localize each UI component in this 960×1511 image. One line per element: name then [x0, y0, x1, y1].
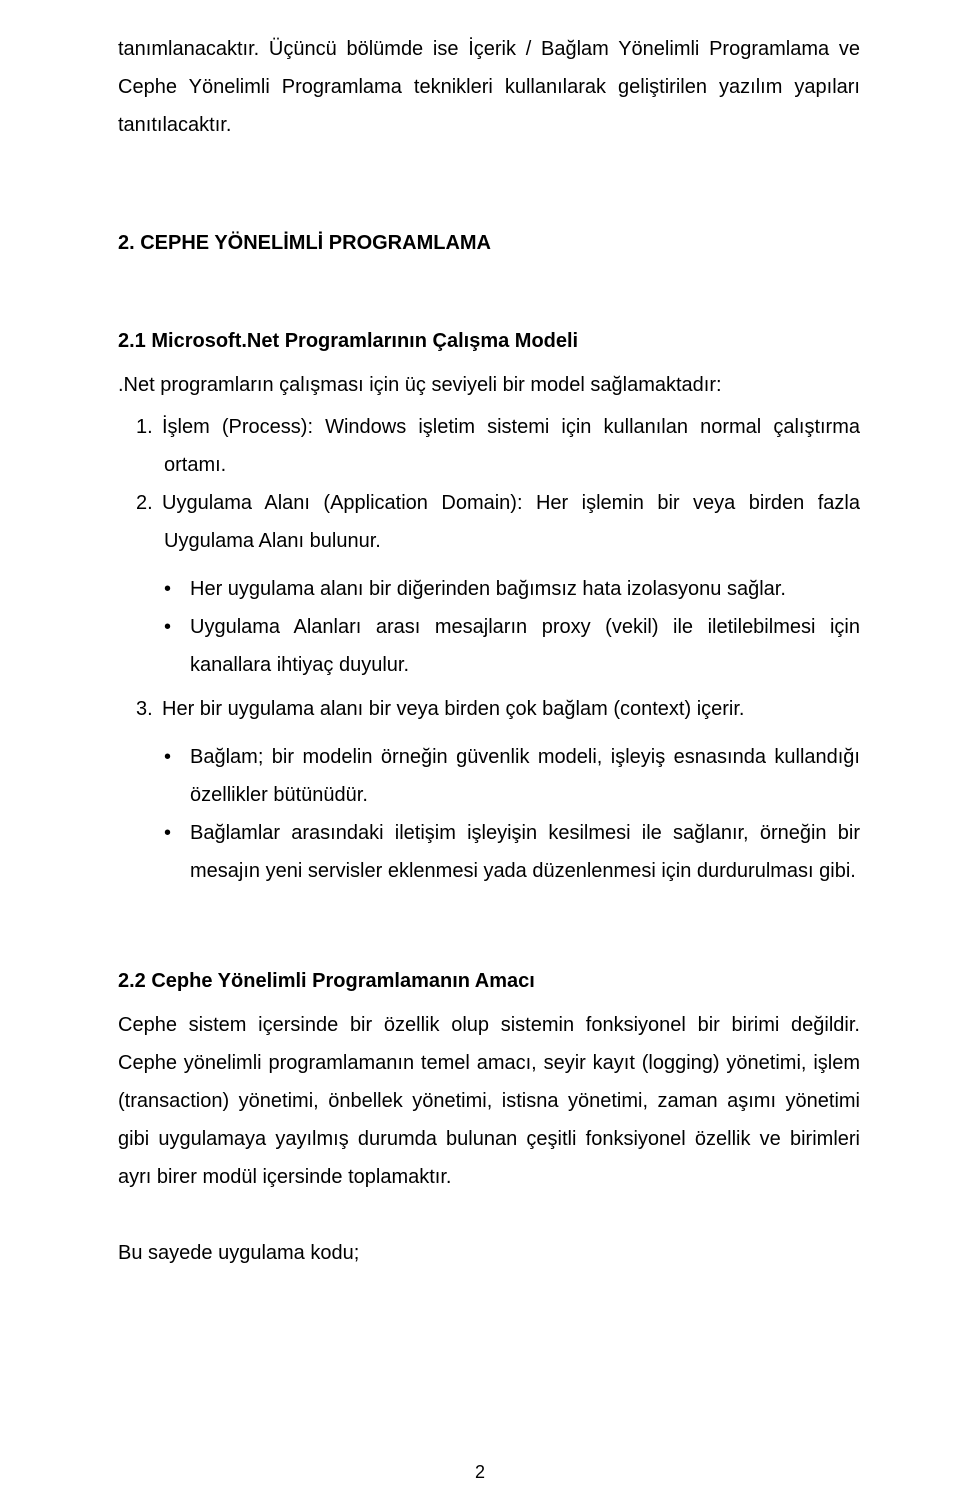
bullet-list: •Her uygulama alanı bir diğerinden bağım…: [118, 570, 860, 684]
intro-paragraph: tanımlanacaktır. Üçüncü bölümde ise İçer…: [118, 30, 860, 144]
bullet-icon: •: [164, 570, 190, 608]
ordered-list: 3.Her bir uygulama alanı bir veya birden…: [118, 690, 860, 728]
list-item-text: İşlem (Process): Windows işletim sistemi…: [162, 416, 860, 476]
closing-line: Bu sayede uygulama kodu;: [118, 1234, 860, 1272]
list-item: 2.Uygulama Alanı (Application Domain): H…: [118, 484, 860, 560]
list-item-text: Uygulama Alanı (Application Domain): Her…: [162, 492, 860, 552]
document-page: tanımlanacaktır. Üçüncü bölümde ise İçer…: [0, 0, 960, 1511]
list-number: 1.: [136, 408, 162, 446]
section-2-2-heading: 2.2 Cephe Yönelimli Programlamanın Amacı: [118, 962, 860, 1000]
list-item-text: Uygulama Alanları arası mesajların proxy…: [190, 616, 860, 676]
list-item: •Bağlam; bir modelin örneğin güvenlik mo…: [118, 738, 860, 814]
bullet-icon: •: [164, 814, 190, 852]
list-item: 3.Her bir uygulama alanı bir veya birden…: [118, 690, 860, 728]
list-item-text: Bağlam; bir modelin örneğin güvenlik mod…: [190, 746, 860, 806]
list-item: •Bağlamlar arasındaki iletişim işleyişin…: [118, 814, 860, 890]
page-number: 2: [0, 1455, 960, 1489]
ordered-list: 1.İşlem (Process): Windows işletim siste…: [118, 408, 860, 560]
bullet-icon: •: [164, 608, 190, 646]
list-item: •Her uygulama alanı bir diğerinden bağım…: [118, 570, 860, 608]
bullet-list: •Bağlam; bir modelin örneğin güvenlik mo…: [118, 738, 860, 890]
list-number: 3.: [136, 690, 162, 728]
list-item-text: Her bir uygulama alanı bir veya birden ç…: [162, 698, 744, 720]
bullet-icon: •: [164, 738, 190, 776]
section-2-2-paragraph: Cephe sistem içersinde bir özellik olup …: [118, 1006, 860, 1196]
list-item-text: Her uygulama alanı bir diğerinden bağıms…: [190, 578, 786, 600]
section-2-heading: 2. CEPHE YÖNELİMLİ PROGRAMLAMA: [118, 224, 860, 262]
list-number: 2.: [136, 484, 162, 522]
list-item-text: Bağlamlar arasındaki iletişim işleyişin …: [190, 822, 860, 882]
section-2-1-intro: .Net programların çalışması için üç sevi…: [118, 366, 860, 404]
list-item: •Uygulama Alanları arası mesajların prox…: [118, 608, 860, 684]
section-2-1-heading: 2.1 Microsoft.Net Programlarının Çalışma…: [118, 322, 860, 360]
list-item: 1.İşlem (Process): Windows işletim siste…: [118, 408, 860, 484]
